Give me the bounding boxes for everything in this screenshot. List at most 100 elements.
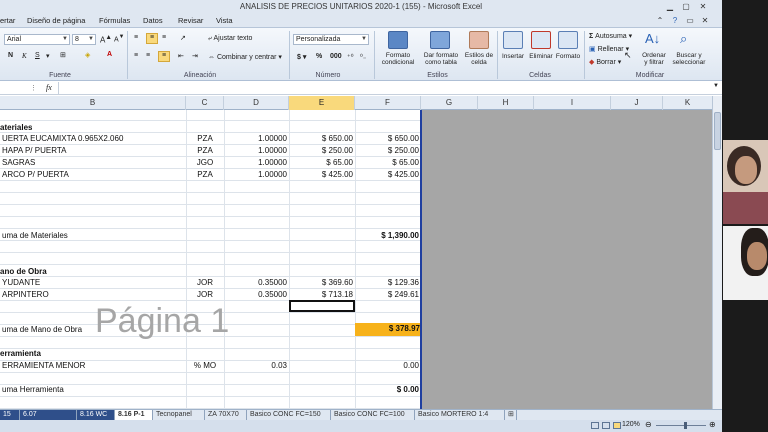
tab-vista[interactable]: Vista xyxy=(216,16,233,25)
vertical-scrollbar[interactable] xyxy=(712,96,722,409)
cell-mat1-qty[interactable]: 1.00000 xyxy=(224,133,287,145)
cell-mat3-total[interactable]: $ 65.00 xyxy=(355,157,419,169)
restore-icon[interactable]: ▭ xyxy=(684,15,696,26)
cell-styles-icon[interactable] xyxy=(469,31,489,49)
cell-mat2-qty[interactable]: 1.00000 xyxy=(224,145,287,157)
sheet-tab[interactable]: Basico CONC FC=150 xyxy=(247,410,331,420)
cell-mat4-total[interactable]: $ 425.00 xyxy=(355,169,419,181)
autosum-button[interactable]: Σ Autosuma ▾ xyxy=(589,32,632,40)
find-select-button[interactable]: Buscar y seleccionar xyxy=(669,52,709,66)
tab-diseno-pagina[interactable]: Diseño de página xyxy=(27,16,85,25)
cell-mat1-unit[interactable]: PZA xyxy=(186,133,224,145)
shrink-font-icon[interactable]: A▼ xyxy=(114,34,124,43)
underline-icon[interactable]: S xyxy=(35,52,40,59)
column-header-f[interactable]: F xyxy=(355,96,421,110)
zoom-out-icon[interactable]: ⊖ xyxy=(645,420,652,429)
decrease-indent-icon[interactable]: ⇤ xyxy=(178,52,184,60)
percent-icon[interactable]: % xyxy=(316,53,322,60)
ribbon-collapse-icon[interactable]: ⌃ xyxy=(654,15,666,26)
formula-input[interactable] xyxy=(58,82,712,94)
insert-function-icon[interactable]: fx xyxy=(46,83,52,92)
column-header-c[interactable]: C xyxy=(186,96,224,110)
delete-cells-icon[interactable] xyxy=(531,31,551,49)
cell-mat2-price[interactable]: $ 250.00 xyxy=(289,145,353,157)
scroll-thumb[interactable] xyxy=(714,112,721,150)
cell-mat-sum-label[interactable]: uma de Materiales xyxy=(2,230,186,242)
cell-mat4-price[interactable]: $ 425.00 xyxy=(289,169,353,181)
sheet-tab-active[interactable]: 8.16 P-1 xyxy=(115,410,153,420)
currency-icon[interactable]: $ ▾ xyxy=(297,53,306,61)
sheet-tab[interactable]: Basico CONC FC=100 xyxy=(331,410,415,420)
merge-center-button[interactable]: ⇔ Combinar y centrar ▾ xyxy=(208,53,282,61)
decrease-decimal-icon[interactable]: ⁰₋ xyxy=(360,53,367,61)
page-layout-view-icon[interactable] xyxy=(602,422,610,429)
tab-datos[interactable]: Datos xyxy=(143,16,163,25)
clear-button[interactable]: ◆ Borrar ▾ xyxy=(589,58,621,66)
align-right-icon[interactable]: ≡ xyxy=(158,51,170,62)
find-select-icon[interactable]: ⌕ xyxy=(680,31,687,47)
cell-mat2-total[interactable]: $ 250.00 xyxy=(355,145,419,157)
increase-indent-icon[interactable]: ⇥ xyxy=(192,52,198,60)
sheet-tab[interactable]: 6.07 IMPERMEAB xyxy=(20,410,77,428)
sort-filter-button[interactable]: Ordenar y filtrar xyxy=(638,52,670,66)
align-center-icon[interactable]: ≡ xyxy=(146,52,150,59)
cell-mo2-total[interactable]: $ 249.61 xyxy=(355,289,419,301)
cell-mat2-desc[interactable]: HAPA P/ PUERTA xyxy=(2,145,186,157)
sort-filter-icon[interactable]: A↓ xyxy=(645,31,660,46)
cell-mo2-desc[interactable]: ARPINTERO xyxy=(2,289,186,301)
column-header-e[interactable]: E xyxy=(289,96,355,110)
align-bottom-icon[interactable]: ≡ xyxy=(162,34,166,41)
cell-mat4-unit[interactable]: PZA xyxy=(186,169,224,181)
normal-view-icon[interactable] xyxy=(591,422,599,429)
wrap-text-button[interactable]: ⤶ Ajustar texto xyxy=(208,35,252,43)
cell-mo1-desc[interactable]: YUDANTE xyxy=(2,277,186,289)
cell-mat3-unit[interactable]: JGO xyxy=(186,157,224,169)
selected-cell[interactable] xyxy=(289,300,355,312)
conditional-format-button[interactable]: Formato condicional xyxy=(376,52,420,66)
cell-mat-sum-total[interactable]: $ 1,390.00 xyxy=(355,230,419,242)
underline-dropdown-icon[interactable]: ▾ xyxy=(46,52,50,60)
cell-mat4-qty[interactable]: 1.00000 xyxy=(224,169,287,181)
conditional-format-icon[interactable] xyxy=(388,31,408,49)
format-as-table-button[interactable]: Dar formato como tabla xyxy=(420,52,462,66)
grow-font-icon[interactable]: A▲ xyxy=(100,34,112,45)
sheet-tab[interactable]: ZA 70X70 xyxy=(205,410,247,420)
cell-mo2-qty[interactable]: 0.35000 xyxy=(224,289,287,301)
cell-styles-button[interactable]: Estilos de celda xyxy=(462,52,496,66)
formula-cancel-icon[interactable]: ⋮ xyxy=(30,84,37,92)
font-size-combo[interactable]: 8 ▼ xyxy=(72,34,96,45)
cell-mat1-total[interactable]: $ 650.00 xyxy=(355,133,419,145)
tab-insertar[interactable]: ertar xyxy=(0,16,15,25)
fill-color-icon[interactable]: ◈ xyxy=(85,51,90,59)
cell-her-sum-total[interactable]: $ 0.00 xyxy=(355,384,419,396)
column-header-j[interactable]: J xyxy=(611,96,663,110)
increase-decimal-icon[interactable]: ⁺⁰ xyxy=(347,53,354,61)
insert-cells-button[interactable]: Insertar xyxy=(498,53,528,60)
italic-icon[interactable]: K xyxy=(22,52,27,60)
cell-mo1-qty[interactable]: 0.35000 xyxy=(224,277,287,289)
sheet-tab[interactable]: 15 xyxy=(0,410,20,420)
column-header-d[interactable]: D xyxy=(224,96,289,110)
cell-mat2-unit[interactable]: PZA xyxy=(186,145,224,157)
sheet-tab[interactable]: Tecnopanel xyxy=(153,410,205,420)
bold-icon[interactable]: N xyxy=(8,52,13,59)
cell-mo1-price[interactable]: $ 369.60 xyxy=(289,277,353,289)
column-header-g[interactable]: G xyxy=(421,96,478,110)
font-color-icon[interactable]: A xyxy=(107,51,112,58)
help-icon[interactable]: ? xyxy=(669,15,681,26)
cell-her1-unit[interactable]: % MO xyxy=(186,360,224,372)
borders-icon[interactable]: ⊞ xyxy=(60,51,66,59)
sheet-tab[interactable]: 8.16 WC xyxy=(77,410,115,420)
cell-her-sum-label[interactable]: uma Herramienta xyxy=(2,384,186,396)
column-header-i[interactable]: I xyxy=(534,96,611,110)
maximize-icon[interactable]: ▢ xyxy=(680,1,692,12)
cell-her1-desc[interactable]: ERRAMIENTA MENOR xyxy=(2,360,186,372)
cell-mat3-desc[interactable]: SAGRAS xyxy=(2,157,186,169)
align-top-icon[interactable]: ≡ xyxy=(134,34,138,41)
format-cells-icon[interactable] xyxy=(558,31,578,49)
cell-mat3-qty[interactable]: 1.00000 xyxy=(224,157,287,169)
cell-mat4-desc[interactable]: ARCO P/ PUERTA xyxy=(2,169,186,181)
column-header-h[interactable]: H xyxy=(478,96,534,110)
number-format-combo[interactable]: Personalizada ▼ xyxy=(293,34,369,45)
cell-mat1-desc[interactable]: UERTA EUCAMIXTA 0.965X2.060 xyxy=(2,133,186,145)
